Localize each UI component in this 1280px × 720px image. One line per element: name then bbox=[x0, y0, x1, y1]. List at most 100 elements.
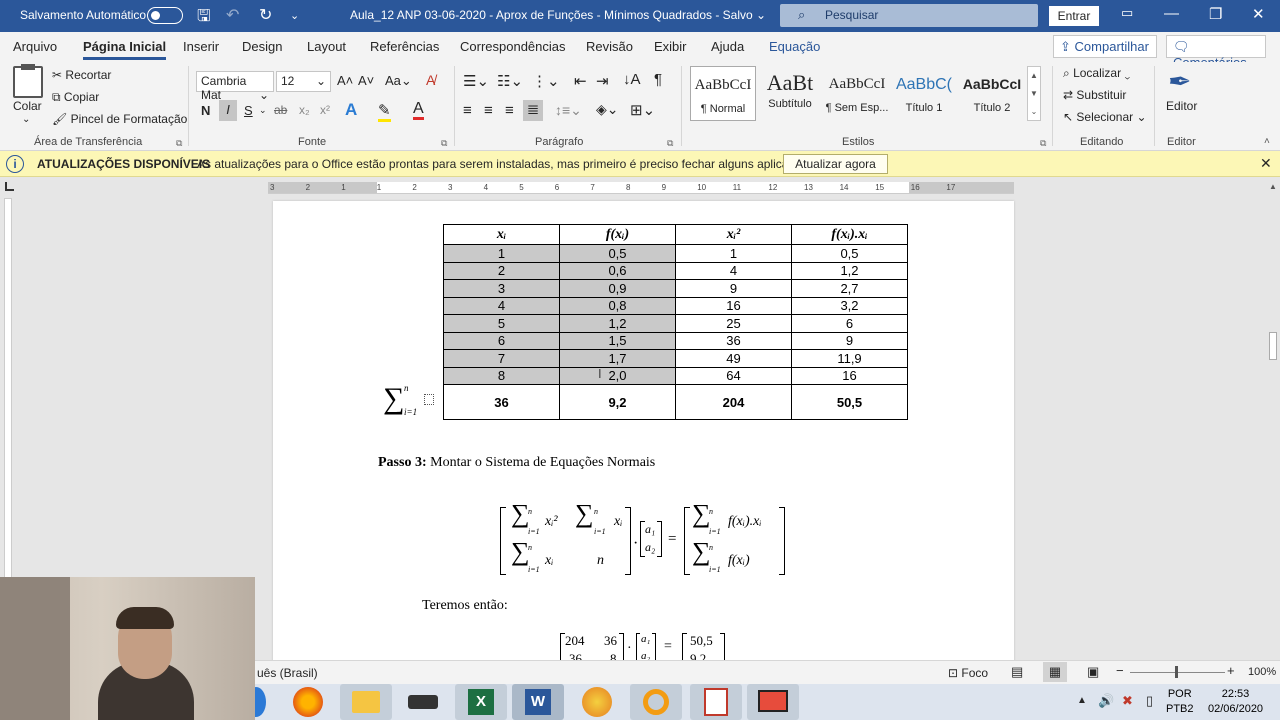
table-cell[interactable]: 1,2 bbox=[791, 261, 908, 280]
style-titulo-1[interactable]: AaBbC( Título 1 bbox=[891, 66, 957, 121]
paste-dropdown-icon[interactable]: ⌄ bbox=[22, 114, 30, 125]
line-spacing-icon[interactable]: ↕≡⌄ bbox=[555, 102, 582, 119]
style-titulo-2[interactable]: AaBbCcI Título 2 bbox=[959, 66, 1025, 121]
table-cell[interactable]: 9 bbox=[791, 331, 908, 350]
language-indicator[interactable]: POR PTB2 bbox=[1166, 687, 1194, 717]
tab-correspondencias[interactable]: Correspondências bbox=[460, 39, 566, 54]
close-notification-icon[interactable]: ✕ bbox=[1260, 155, 1272, 172]
tab-equacao[interactable]: Equação bbox=[769, 39, 820, 54]
autosave-toggle[interactable] bbox=[147, 7, 183, 24]
zoom-slider-thumb[interactable] bbox=[1175, 666, 1178, 678]
style-normal[interactable]: AaBbCcI ¶ Normal bbox=[690, 66, 756, 121]
signin-button[interactable]: Entrar bbox=[1049, 6, 1099, 26]
shading-icon[interactable]: ◈⌄ bbox=[596, 101, 619, 118]
tab-revisao[interactable]: Revisão bbox=[586, 39, 633, 54]
bullets-icon[interactable]: ☰⌄ bbox=[463, 72, 489, 90]
editor-icon[interactable]: ✒ bbox=[1168, 65, 1191, 98]
network-icon[interactable]: ✖ bbox=[1122, 693, 1133, 709]
document-title[interactable]: Aula_12 ANP 03-06-2020 - Aprox de Funçõe… bbox=[350, 8, 766, 22]
table-cell[interactable]: 36 bbox=[675, 331, 792, 350]
firefox-taskbar-icon[interactable] bbox=[293, 687, 323, 717]
paint-taskbar-icon[interactable] bbox=[582, 687, 612, 717]
file-explorer-taskbar-button[interactable] bbox=[340, 684, 392, 720]
styles-gallery-scroll[interactable]: ▲ ▼ ⌄ bbox=[1027, 66, 1041, 121]
volume-icon[interactable]: 🔊 bbox=[1098, 693, 1114, 709]
table-cell[interactable]: 2 bbox=[443, 261, 560, 280]
table-cell[interactable]: 64 bbox=[675, 366, 792, 385]
styles-launcher-icon[interactable]: ⧉ bbox=[1040, 138, 1046, 149]
tab-selector-icon[interactable] bbox=[5, 182, 14, 191]
vertical-scrollbar[interactable]: ▲ bbox=[1266, 182, 1280, 660]
horizontal-ruler[interactable]: 3 2 1 1 2 3 4 5 6 7 8 9 10 11 12 13 14 15 16 17 bbox=[268, 182, 1014, 194]
word-taskbar-button[interactable]: W bbox=[512, 684, 564, 720]
shrink-font-icon[interactable]: A˅ bbox=[358, 73, 374, 88]
format-painter-button[interactable]: 🖌 Pincel de Formatação bbox=[52, 112, 187, 126]
decrease-indent-icon[interactable]: ⇤ bbox=[574, 72, 587, 90]
borders-icon[interactable]: ⊞⌄ bbox=[630, 101, 655, 119]
align-right-icon[interactable]: ≡ bbox=[505, 102, 514, 119]
align-center-icon[interactable]: ≡ bbox=[484, 102, 493, 119]
language-status[interactable]: uês (Brasil) bbox=[257, 666, 318, 680]
sum-cell[interactable]: 36 bbox=[443, 384, 560, 420]
table-cell[interactable]: 0,5 bbox=[791, 244, 908, 263]
read-mode-icon[interactable]: ▤ bbox=[1011, 664, 1023, 680]
web-layout-icon[interactable]: ▣ bbox=[1087, 664, 1099, 680]
tab-design[interactable]: Design bbox=[242, 39, 282, 54]
ribbon-display-options-icon[interactable]: ▭ bbox=[1121, 5, 1133, 21]
table-cell[interactable]: 11,9 bbox=[791, 349, 908, 368]
paste-button-label[interactable]: Colar bbox=[13, 99, 42, 113]
table-cell[interactable]: 4 bbox=[675, 261, 792, 280]
document-page[interactable]: xᵢ f(xᵢ) xᵢ² f(xᵢ).xᵢ 1 0,5 1 0,5 2 0,6 4 1,2 3 0… bbox=[273, 201, 1014, 660]
search-box[interactable]: ⌕ Pesquisar bbox=[780, 4, 1038, 27]
paragraph-launcher-icon[interactable]: ⧉ bbox=[667, 138, 673, 149]
tab-exibir[interactable]: Exibir bbox=[654, 39, 687, 54]
tab-pagina-inicial[interactable]: Página Inicial bbox=[83, 39, 167, 60]
table-cell[interactable]: 3,2 bbox=[791, 296, 908, 315]
tab-arquivo[interactable]: Arquivo bbox=[13, 39, 57, 54]
equation-placeholder[interactable] bbox=[424, 394, 434, 405]
table-cell[interactable]: 16 bbox=[791, 366, 908, 385]
table-cell[interactable]: 6 bbox=[791, 314, 908, 333]
tab-inserir[interactable]: Inserir bbox=[183, 39, 219, 54]
style-subtitulo[interactable]: AaBt Subtítulo bbox=[757, 66, 823, 121]
redo-icon[interactable]: ↻ bbox=[259, 5, 272, 25]
customize-quick-access-icon[interactable]: ⌄ bbox=[290, 9, 299, 22]
sum-cell[interactable]: 9,2 bbox=[559, 384, 676, 420]
sum-cell[interactable]: 204 bbox=[675, 384, 792, 420]
font-color-icon[interactable]: A bbox=[413, 100, 424, 120]
tab-ajuda[interactable]: Ajuda bbox=[711, 39, 744, 54]
strikethrough-icon[interactable]: ab bbox=[274, 103, 287, 117]
table-cell[interactable]: 2,7 bbox=[791, 279, 908, 298]
scanner-taskbar-icon[interactable] bbox=[408, 695, 438, 709]
paste-icon[interactable] bbox=[13, 64, 43, 98]
table-cell[interactable]: 0,9 bbox=[559, 279, 676, 298]
replace-button[interactable]: ⇄ Substituir bbox=[1063, 88, 1126, 102]
highlight-icon[interactable]: ✎ bbox=[378, 101, 391, 122]
table-cell[interactable]: 1 bbox=[675, 244, 792, 263]
undo-icon[interactable]: ↶ bbox=[226, 5, 239, 25]
table-cell[interactable]: 1,5 bbox=[559, 331, 676, 350]
editor-button-label[interactable]: Editor bbox=[1166, 99, 1197, 113]
zoom-out-icon[interactable]: − bbox=[1116, 663, 1124, 678]
table-cell[interactable]: 1,2 bbox=[559, 314, 676, 333]
select-button[interactable]: ↖ Selecionar ⌄ bbox=[1063, 110, 1147, 124]
clipboard-launcher-icon[interactable]: ⧉ bbox=[176, 138, 182, 149]
maximize-icon[interactable]: ❐ bbox=[1209, 5, 1222, 23]
collapse-ribbon-icon[interactable]: ˄ bbox=[1264, 136, 1270, 147]
table-cell[interactable]: 5 bbox=[443, 314, 560, 333]
pdf-taskbar-button[interactable] bbox=[690, 684, 742, 720]
copy-button[interactable]: ⧉ Copiar bbox=[52, 90, 99, 105]
font-size-select[interactable]: 12 ⌄ bbox=[276, 71, 331, 92]
show-marks-icon[interactable]: ¶ bbox=[654, 71, 662, 88]
bold-button[interactable]: N bbox=[201, 103, 210, 118]
zoom-in-icon[interactable]: + bbox=[1227, 663, 1235, 678]
font-family-select[interactable]: Cambria Mat ⌄ bbox=[196, 71, 274, 102]
superscript-icon[interactable]: x² bbox=[320, 103, 330, 117]
show-hidden-icons-icon[interactable]: ▲ bbox=[1077, 695, 1087, 706]
multilevel-list-icon[interactable]: ⋮⌄ bbox=[532, 72, 560, 90]
table-cell[interactable]: 1 bbox=[443, 244, 560, 263]
cut-button[interactable]: ✂ Recortar bbox=[52, 68, 111, 82]
focus-mode-button[interactable]: ⊡ Foco bbox=[948, 666, 988, 680]
table-cell[interactable]: 7 bbox=[443, 349, 560, 368]
table-cell[interactable]: 25 bbox=[675, 314, 792, 333]
